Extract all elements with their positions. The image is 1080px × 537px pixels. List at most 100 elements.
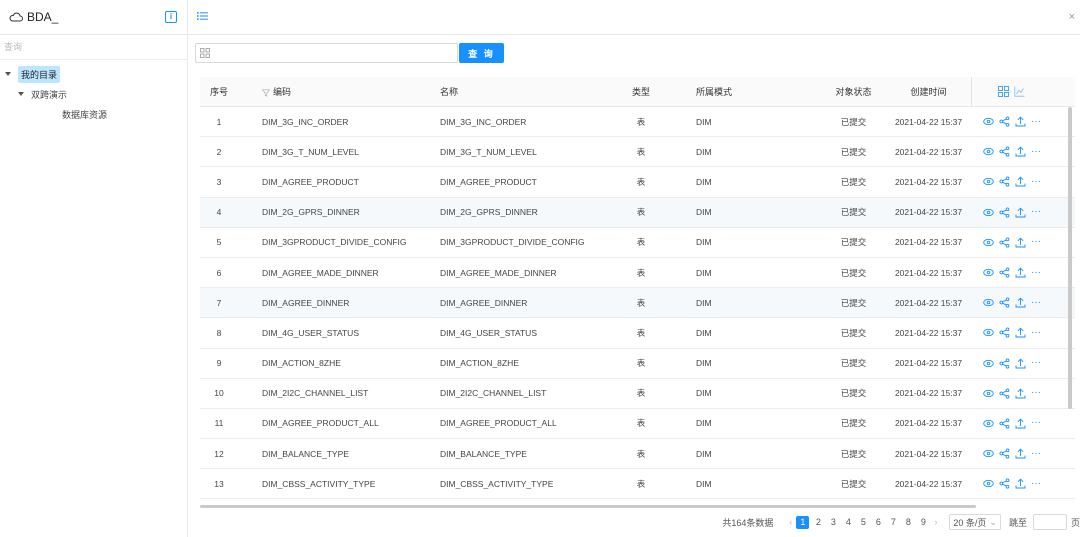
- upload-icon[interactable]: [1015, 418, 1026, 429]
- page-number[interactable]: 8: [902, 517, 914, 527]
- more-icon[interactable]: ···: [1031, 327, 1041, 338]
- table-row[interactable]: 10 DIM_2I2C_CHANNEL_LIST DIM_2I2C_CHANNE…: [200, 379, 1075, 409]
- more-icon[interactable]: ···: [1031, 146, 1041, 157]
- horizontal-scrollbar[interactable]: [200, 505, 976, 508]
- upload-icon[interactable]: [1015, 478, 1026, 489]
- upload-icon[interactable]: [1015, 297, 1026, 308]
- page-number[interactable]: 9: [917, 517, 929, 527]
- more-icon[interactable]: ···: [1031, 388, 1041, 398]
- page-number[interactable]: 7: [887, 517, 899, 527]
- tree-node-child[interactable]: 双跨演示: [0, 84, 187, 104]
- upload-icon[interactable]: [1015, 237, 1026, 248]
- share-icon[interactable]: [999, 176, 1010, 188]
- table-row[interactable]: 11 DIM_AGREE_PRODUCT_ALL DIM_AGREE_PRODU…: [200, 409, 1075, 440]
- table-row[interactable]: 3 DIM_AGREE_PRODUCT DIM_AGREE_PRODUCT 表 …: [200, 167, 1075, 198]
- prev-page-button[interactable]: ‹: [789, 517, 792, 527]
- upload-icon[interactable]: [1015, 116, 1026, 127]
- query-button[interactable]: 查 询: [459, 43, 504, 63]
- view-icon[interactable]: [983, 176, 994, 187]
- table-row[interactable]: 8 DIM_4G_USER_STATUS DIM_4G_USER_STATUS …: [200, 318, 1075, 349]
- view-icon[interactable]: [983, 448, 994, 459]
- tree-node-leaf[interactable]: 数据库资源: [0, 104, 187, 124]
- page-number[interactable]: 2: [812, 517, 824, 527]
- page-number[interactable]: 3: [827, 517, 839, 527]
- jump-page-input[interactable]: [1032, 514, 1067, 530]
- page-number[interactable]: 6: [872, 517, 884, 527]
- cell-state: 已提交: [840, 388, 867, 399]
- share-icon[interactable]: [999, 297, 1010, 308]
- view-icon[interactable]: [983, 358, 994, 369]
- cell-name: DIM_AGREE_PRODUCT_ALL: [440, 418, 557, 429]
- next-page-button[interactable]: ›: [934, 517, 937, 527]
- share-icon[interactable]: [999, 207, 1010, 218]
- more-icon[interactable]: ···: [1031, 448, 1041, 459]
- tree-search-input[interactable]: [4, 42, 174, 52]
- table-row[interactable]: 12 DIM_BALANCE_TYPE DIM_BALANCE_TYPE 表 D…: [200, 439, 1075, 470]
- view-icon[interactable]: [983, 146, 994, 157]
- query-input[interactable]: [195, 43, 458, 63]
- view-icon[interactable]: [983, 418, 994, 429]
- table-row[interactable]: 6 DIM_AGREE_MADE_DINNER DIM_AGREE_MADE_D…: [200, 258, 1075, 289]
- share-icon[interactable]: [999, 116, 1010, 127]
- share-icon[interactable]: [999, 448, 1010, 459]
- cell-state: 已提交: [840, 448, 867, 459]
- view-icon[interactable]: [983, 207, 994, 218]
- share-icon[interactable]: [999, 327, 1010, 338]
- view-icon[interactable]: [983, 327, 994, 338]
- caret-down-icon[interactable]: [18, 92, 24, 96]
- vertical-scrollbar[interactable]: [1068, 107, 1072, 409]
- more-icon[interactable]: ···: [1031, 176, 1041, 187]
- table-row[interactable]: 9 DIM_ACTION_8ZHE DIM_ACTION_8ZHE 表 DIM …: [200, 349, 1075, 379]
- upload-icon[interactable]: [1015, 327, 1026, 338]
- more-icon[interactable]: ···: [1031, 478, 1041, 489]
- close-icon[interactable]: ×: [1069, 11, 1075, 23]
- page-size-select[interactable]: 20 条/页 ⌄: [949, 514, 1001, 530]
- more-icon[interactable]: ···: [1031, 267, 1041, 278]
- page-number[interactable]: 4: [842, 517, 854, 527]
- column-settings-icon[interactable]: [998, 86, 1009, 97]
- page-number[interactable]: 5: [857, 517, 869, 527]
- share-icon[interactable]: [999, 146, 1010, 157]
- share-icon[interactable]: [999, 267, 1010, 278]
- chart-icon[interactable]: [1014, 86, 1025, 97]
- cell-mode: DIM: [696, 388, 712, 399]
- share-icon[interactable]: [999, 237, 1010, 248]
- view-icon[interactable]: [983, 116, 994, 127]
- more-icon[interactable]: ···: [1031, 418, 1041, 428]
- share-icon[interactable]: [999, 388, 1010, 399]
- more-icon[interactable]: ···: [1031, 207, 1041, 217]
- table-row[interactable]: 13 DIM_CBSS_ACTIVITY_TYPE DIM_CBSS_ACTIV…: [200, 469, 1075, 500]
- view-icon[interactable]: [983, 388, 994, 399]
- share-icon[interactable]: [999, 418, 1010, 429]
- filter-icon[interactable]: [262, 89, 270, 97]
- view-icon[interactable]: [983, 478, 994, 489]
- list-icon[interactable]: [197, 11, 208, 21]
- table-row[interactable]: 1 DIM_3G_INC_ORDER DIM_3G_INC_ORDER 表 DI…: [200, 107, 1075, 138]
- upload-icon[interactable]: [1015, 448, 1026, 459]
- upload-icon[interactable]: [1015, 358, 1026, 369]
- view-icon[interactable]: [983, 267, 994, 278]
- view-icon[interactable]: [983, 297, 994, 308]
- info-icon[interactable]: i: [165, 11, 177, 23]
- share-icon[interactable]: [999, 358, 1010, 369]
- more-icon[interactable]: ···: [1031, 358, 1041, 368]
- tree-node-root[interactable]: 我的目录: [0, 64, 187, 84]
- page-number[interactable]: 1: [796, 515, 810, 529]
- view-icon[interactable]: [983, 237, 994, 248]
- more-icon[interactable]: ···: [1031, 116, 1041, 127]
- row-actions: ···: [971, 418, 1051, 429]
- upload-icon[interactable]: [1015, 207, 1026, 218]
- upload-icon[interactable]: [1015, 388, 1026, 399]
- col-header-code[interactable]: 编码: [238, 85, 416, 98]
- upload-icon[interactable]: [1015, 176, 1026, 187]
- table-row[interactable]: 5 DIM_3GPRODUCT_DIVIDE_CONFIG DIM_3GPROD…: [200, 228, 1075, 258]
- upload-icon[interactable]: [1015, 267, 1026, 278]
- share-icon[interactable]: [999, 478, 1010, 489]
- caret-down-icon[interactable]: [5, 72, 11, 76]
- table-row[interactable]: 2 DIM_3G_T_NUM_LEVEL DIM_3G_T_NUM_LEVEL …: [200, 137, 1075, 168]
- more-icon[interactable]: ···: [1031, 237, 1041, 247]
- table-row[interactable]: 4 DIM_2G_GPRS_DINNER DIM_2G_GPRS_DINNER …: [200, 197, 1075, 228]
- table-row[interactable]: 7 DIM_AGREE_DINNER DIM_AGREE_DINNER 表 DI…: [200, 288, 1075, 319]
- more-icon[interactable]: ···: [1031, 297, 1041, 308]
- upload-icon[interactable]: [1015, 146, 1026, 157]
